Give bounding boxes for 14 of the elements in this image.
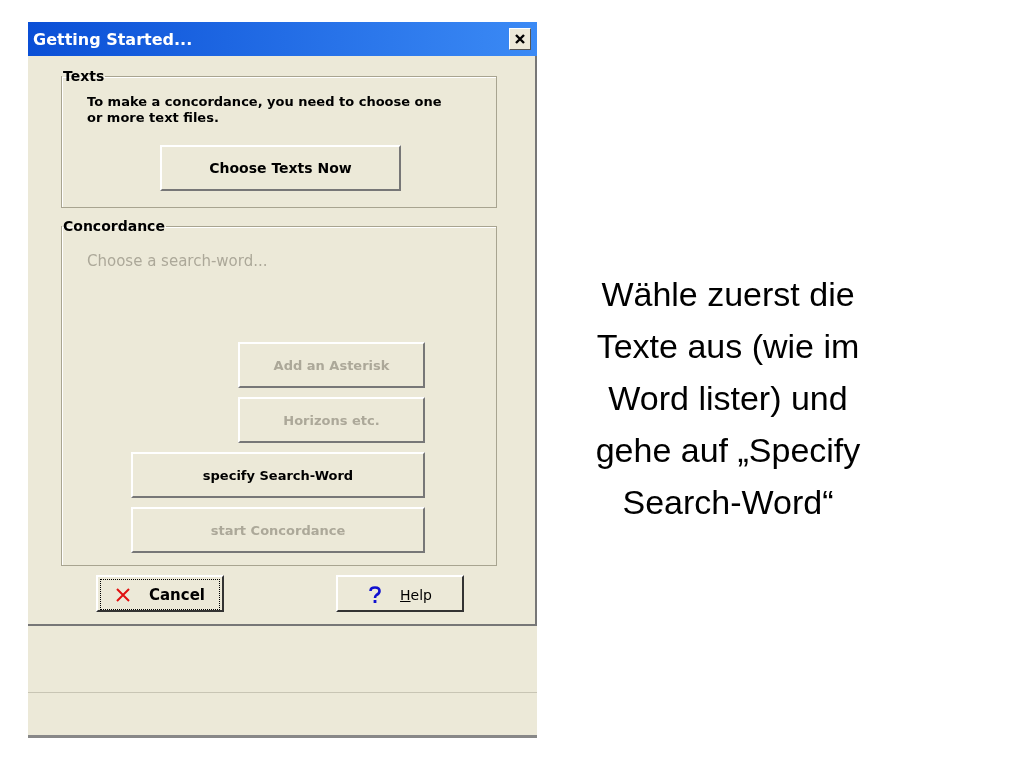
choose-texts-button[interactable]: Choose Texts Now [160,145,401,191]
question-mark-icon [368,585,383,604]
caption-text: Wähle zuerst die Texte aus (wie im Word lister) und gehe auf „Specify Search-Word“ [594,274,862,523]
group-title: Concordance [62,218,166,234]
description-text: To make a concordance, you need to choose one or more text files. [87,94,443,126]
window-title: Getting Started... [33,29,193,49]
cancel-button[interactable]: Cancel [96,575,224,612]
close-icon [514,33,526,45]
prompt-text: Choose a search-word... [87,252,269,270]
action-button[interactable]: specify Search-Word [131,452,425,498]
close-button[interactable] [509,28,531,50]
close-icon [115,586,131,603]
help-button[interactable]: Help [336,575,464,612]
group-title: Texts [62,68,106,84]
